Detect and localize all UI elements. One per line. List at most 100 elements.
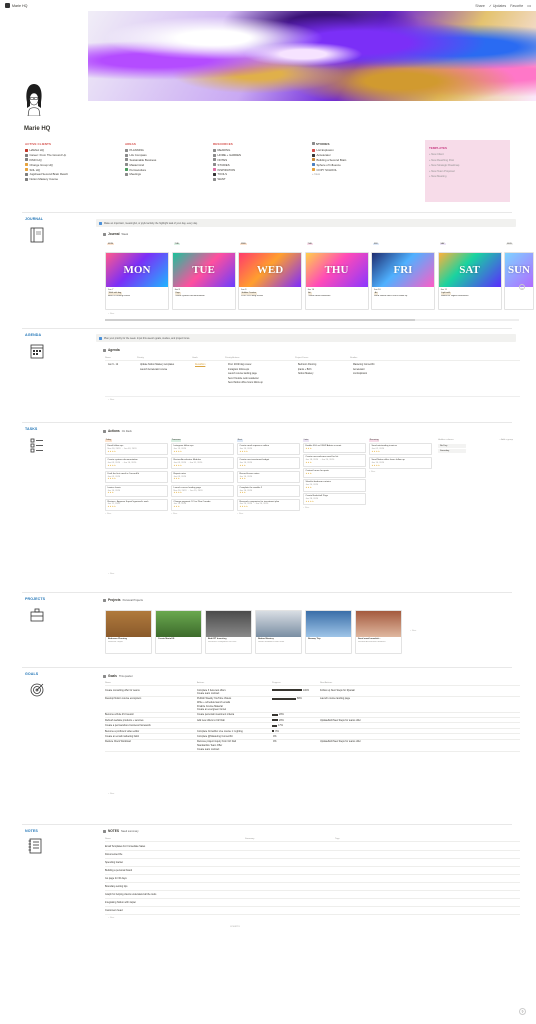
task-card[interactable]: Create Bookshelf Page Jan 28, 2020 ★★★★ xyxy=(303,493,366,506)
column-new-button[interactable]: + New xyxy=(171,513,234,515)
notes-new-button[interactable]: + New xyxy=(108,917,114,919)
goal-next-action[interactable]: Update/Edit New Steps for teams offer xyxy=(320,740,410,743)
journal-card[interactable]: TUE Jan 8 Yoga Create systems documentation xyxy=(171,252,236,310)
goal-action-link[interactable]: Create team contract xyxy=(197,748,272,752)
scroll-right-button[interactable]: › xyxy=(519,284,525,290)
goals-new-button[interactable]: + New xyxy=(108,793,114,795)
studies-heading[interactable]: STUDIES xyxy=(312,142,402,146)
task-card[interactable]: Instagram follow ups Jan 13, 2020 ★★★★ xyxy=(171,443,234,456)
template-button[interactable]: + New Meeting xyxy=(429,175,506,181)
goal-row[interactable]: Develop Notion course ecosystem Publish W… xyxy=(105,697,520,713)
task-card[interactable]: Send Notion office hours follow up Jan 10… xyxy=(369,456,432,470)
note-row[interactable]: Go page for 30 days xyxy=(105,875,520,883)
notes-db-title[interactable]: NOTES Need summary xyxy=(103,829,139,833)
updates-button[interactable]: ✓ Updates xyxy=(489,4,506,8)
favorite-button[interactable]: Favorite xyxy=(510,4,523,8)
note-title[interactable]: Integrating Notion with zapier xyxy=(105,901,245,904)
note-title[interactable]: Email Templates For Immediate Sales xyxy=(105,845,245,848)
task-card[interactable]: Change payment CC for Plan Canada Jan 15,… xyxy=(171,498,234,512)
task-card[interactable]: Create systems documentation Jan 03, 2020… xyxy=(105,456,168,470)
agenda-row[interactable]: Jan 6 - 12 Update Notion Mastery templat… xyxy=(105,363,520,397)
note-title[interactable]: Customers head xyxy=(105,909,245,912)
view-selector[interactable]: This quarter xyxy=(119,675,133,678)
area-link[interactable]: Meetings xyxy=(125,172,205,177)
task-card[interactable]: Record lesson notes Jan 16, 2020 ★★★ xyxy=(237,470,300,484)
journal-db-title[interactable]: Journal Week xyxy=(103,232,128,236)
task-card[interactable]: Invoice Ivanis Jan 10, 2020 ★★★ xyxy=(105,484,168,498)
goals-db-title[interactable]: Goals This quarter xyxy=(103,674,133,678)
agenda-new-button[interactable]: + New xyxy=(108,399,114,401)
view-selector[interactable]: On Deck xyxy=(122,430,132,433)
project-card[interactable]: Notion Mastery Notion feedback from Intui… xyxy=(255,610,302,654)
resource-link[interactable]: WANT xyxy=(213,177,293,182)
task-card[interactable]: Review + Approve SuperOrganized's work Ja… xyxy=(105,498,168,512)
goal-name[interactable]: Become a proficient video editor xyxy=(105,730,197,733)
goal-name[interactable]: Create consulting offer for teams xyxy=(105,689,197,692)
note-row[interactable]: Customers head xyxy=(105,907,520,915)
share-button[interactable]: Share xyxy=(475,4,485,8)
horizontal-scrollbar[interactable] xyxy=(105,319,519,321)
goal-name[interactable]: Reduce Client Workload xyxy=(105,740,197,743)
journal-card[interactable]: FRI Jan 10 Art Send Notion office hours fol… xyxy=(371,252,435,310)
goal-name[interactable]: Refresh website products + services xyxy=(105,719,197,722)
column-new-button[interactable]: + New xyxy=(105,513,168,515)
view-selector[interactable]: Personal Projects xyxy=(123,599,143,602)
note-title[interactable]: Boundary-setting tips xyxy=(105,885,245,888)
task-card[interactable]: Review Accelerator Modules Jan 03, 2020 →… xyxy=(171,456,234,470)
tasks-new-button[interactable]: + New xyxy=(108,573,114,575)
agenda-db-title[interactable]: Agenda xyxy=(103,348,120,352)
task-card[interactable]: Create new welcome email for list Jan 18,… xyxy=(303,454,366,467)
goal-next-action[interactable]: Launch course landing page xyxy=(320,697,410,700)
goal-next-action[interactable]: Follow up Next Steps for Ryanair xyxy=(320,689,410,692)
tasks-db-title[interactable]: Actions On Deck xyxy=(103,429,132,433)
column-new-button[interactable]: + New xyxy=(303,507,366,509)
hidden-group[interactable]: No Day xyxy=(438,444,466,448)
task-card[interactable]: Complete the module 2 Jan 16, 2020 ★★★ xyxy=(237,484,300,498)
task-card[interactable]: Create new investment budget Jan 16, 2020… xyxy=(237,456,300,470)
projects-new-button[interactable]: + New xyxy=(410,630,416,632)
project-card[interactable]: Bedroom Flooring Remove carpet xyxy=(105,610,152,654)
journal-card[interactable]: THU Jan 10 Art Create email newsletter xyxy=(304,252,369,310)
task-card[interactable]: Enable SSL on FFHP Admin account ★★★ xyxy=(303,443,366,453)
note-row[interactable]: Graph for helping clients understand all… xyxy=(105,891,520,899)
goal-action-link[interactable]: Add new offers to Ck! Dali xyxy=(197,719,272,723)
goal-name[interactable]: Create a permaculture business framework xyxy=(105,724,197,727)
task-card[interactable]: Email follow ups Nov 26, 2019 → Jan 03, 2… xyxy=(105,443,168,456)
note-row[interactable]: Email Templates For Immediate Sales xyxy=(105,843,520,851)
new-study-button[interactable]: + New xyxy=(312,172,402,177)
task-card[interactable]: Create email sequence outline Jan 15, 202… xyxy=(237,443,300,456)
view-selector[interactable]: Need summary xyxy=(121,830,139,833)
note-title[interactable]: Go page for 30 days xyxy=(105,877,245,880)
goal-action-link[interactable]: Complete @Mastering ConvertKit xyxy=(197,735,272,739)
note-title[interactable]: Spending tracker xyxy=(105,861,245,864)
goal-action-link[interactable]: Create team contract xyxy=(197,692,272,696)
task-card[interactable]: Send outstanding invoices Jan 02, 2020 ★★★… xyxy=(369,443,432,456)
client-link[interactable]: Notion Mastery Course xyxy=(25,177,115,182)
task-card[interactable]: Research companies for investment plan Ja… xyxy=(237,498,300,512)
goal-action-link[interactable]: Create personal investment criteria xyxy=(197,713,272,717)
goal-name[interactable]: Create an email marketing habit xyxy=(105,735,197,738)
task-card[interactable]: Contact house for quote ★★★ xyxy=(303,468,366,478)
goal-row[interactable]: Reduce Client Workload Remove project inq… xyxy=(105,740,520,752)
note-row[interactable]: Integrating Notion with zapier xyxy=(105,899,520,907)
help-button[interactable]: ? xyxy=(519,1008,526,1015)
goal-action-link[interactable]: Create an evergreen funnel xyxy=(197,708,272,712)
hidden-group[interactable]: Someday xyxy=(438,449,466,453)
add-group-button[interactable]: + Add a group xyxy=(499,439,513,441)
note-row[interactable]: Spending tracker xyxy=(105,859,520,867)
task-card[interactable]: Launch course landing page Nov 26, 2019 →… xyxy=(171,484,234,498)
more-options-icon[interactable]: ••• xyxy=(527,4,531,8)
note-title[interactable]: Documented life xyxy=(105,853,245,856)
goal-row[interactable]: Create consulting offer for teams Complet… xyxy=(105,688,520,697)
project-card[interactable]: Create MariaOS xyxy=(155,610,202,654)
note-title[interactable]: Building a personal brand xyxy=(105,869,245,872)
note-title[interactable]: Graph for helping clients understand all… xyxy=(105,893,245,896)
goal-action-link[interactable]: Complete Crowdfun Live course 1: Lightin… xyxy=(197,730,272,734)
column-new-button[interactable]: + New xyxy=(237,513,300,515)
goal-next-action[interactable]: Update/Edit New Steps for teams offer xyxy=(320,719,410,722)
project-card[interactable]: Norway Trip xyxy=(305,610,352,654)
task-card[interactable]: Report notes Jan 03, 2020 ★★★ xyxy=(171,470,234,484)
note-row[interactable]: Boundary-setting tips xyxy=(105,883,520,891)
task-card[interactable]: Draft the first email in ConvertKit Jan 0… xyxy=(105,470,168,484)
task-card[interactable]: Shortlist bedroom curtains Jan 20, 2020 ★★… xyxy=(303,479,366,492)
